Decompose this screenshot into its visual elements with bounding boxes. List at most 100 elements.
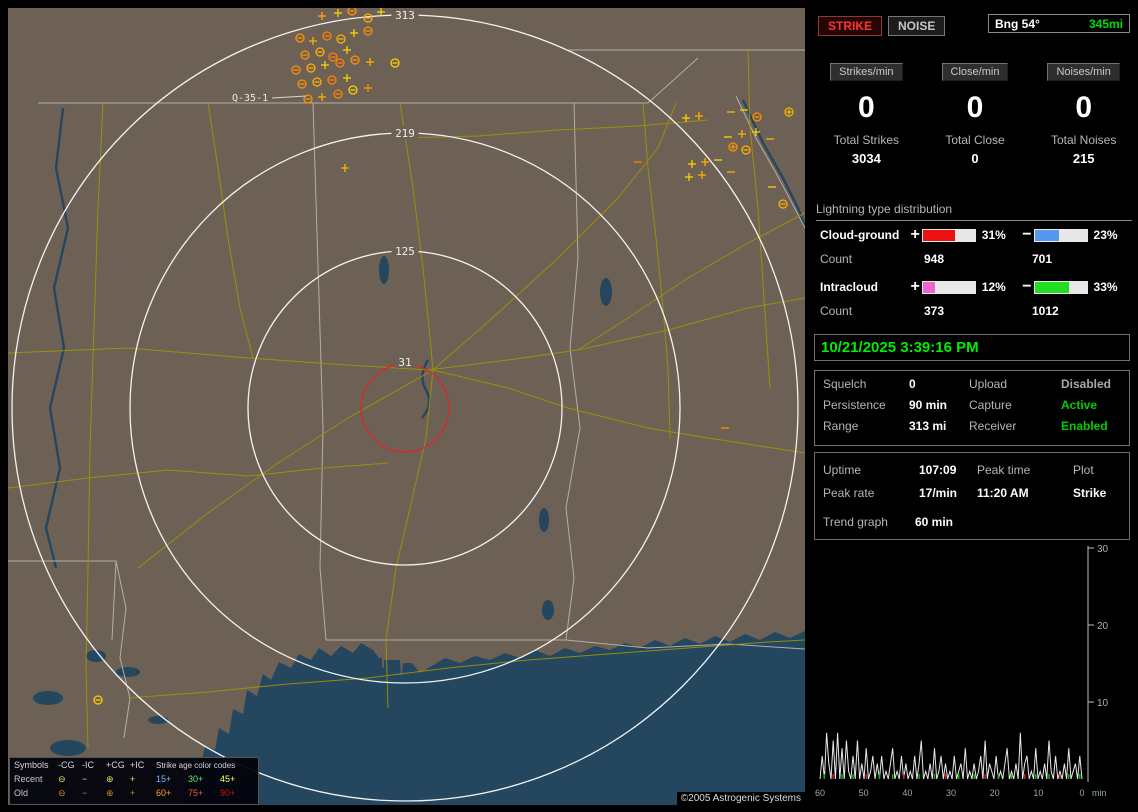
intracloud-label: Intracloud bbox=[820, 280, 879, 294]
range-row: Range 313 mi Receiver Enabled bbox=[815, 419, 1129, 439]
legend-age-header: Strike age color codes bbox=[156, 761, 236, 770]
legend-age-code: 60+ bbox=[156, 788, 172, 798]
noises-per-min-button[interactable]: Noises/min bbox=[1047, 63, 1120, 81]
peak-time-value: 11:20 AM bbox=[977, 486, 1029, 500]
legend-symbol-icon: − bbox=[82, 774, 88, 784]
alarm-ring bbox=[360, 363, 450, 453]
squelch-value: 0 bbox=[909, 377, 916, 391]
strike-ncg bbox=[778, 199, 788, 209]
legend-age-code: 45+ bbox=[220, 774, 236, 784]
strike-pic bbox=[341, 164, 349, 172]
rivers bbox=[44, 99, 805, 569]
strike-pic bbox=[698, 171, 706, 179]
strike-ncg bbox=[347, 8, 357, 16]
minus-sign: − bbox=[1022, 226, 1032, 243]
strike-ncg bbox=[348, 85, 358, 95]
cg-positive-pct: 31% bbox=[981, 228, 1006, 242]
datetime-display: 10/21/2025 3:39:16 PM bbox=[814, 334, 1130, 361]
trend-x-tick-label: 10 bbox=[1033, 788, 1043, 798]
strike-ncg bbox=[350, 55, 360, 65]
close-counter-column: Close/min 0 Total Close 0 bbox=[923, 62, 1028, 166]
trend-y-tick-label: 30 bbox=[1097, 544, 1109, 555]
bearing-display: Bng 54° 345mi bbox=[988, 14, 1130, 33]
peak-time-label: Peak time bbox=[977, 463, 1031, 477]
uptime-value: 107:09 bbox=[919, 463, 957, 477]
strike-pic bbox=[350, 29, 358, 37]
strike-pic bbox=[343, 46, 351, 54]
close-per-min-button[interactable]: Close/min bbox=[941, 63, 1009, 81]
strike-ncg bbox=[328, 52, 338, 62]
strike-pic bbox=[366, 58, 374, 66]
cloud-ground-label: Cloud-ground bbox=[820, 228, 900, 242]
strike-pic bbox=[738, 130, 746, 138]
strike-ncg bbox=[300, 50, 310, 60]
strike-pic bbox=[309, 37, 317, 45]
legend-pcg-header: +CG bbox=[106, 760, 125, 770]
persistence-label: Persistence bbox=[823, 398, 886, 412]
strikes-per-min-button[interactable]: Strikes/min bbox=[830, 63, 903, 81]
strike-pic bbox=[701, 158, 709, 166]
strike-pic bbox=[334, 9, 342, 17]
persistence-value: 90 min bbox=[909, 398, 948, 412]
strike-ncg bbox=[322, 31, 332, 41]
sensor-leader-line bbox=[271, 95, 307, 99]
legend-pic-header: +IC bbox=[130, 760, 145, 770]
total-close-value: 0 bbox=[971, 151, 979, 166]
close-per-min-value: 0 bbox=[966, 91, 984, 124]
plot-mode-value: Strike bbox=[1073, 486, 1107, 500]
legend-nic-header: -IC bbox=[82, 760, 94, 770]
plus-sign: + bbox=[910, 226, 920, 243]
strike-ncg bbox=[291, 65, 301, 75]
cg-count-label: Count bbox=[820, 252, 853, 266]
legend-age-code: 90+ bbox=[220, 788, 236, 798]
uptime-label: Uptime bbox=[823, 463, 862, 477]
trend-x-tick-label: 0 bbox=[1079, 788, 1084, 798]
strike-pic bbox=[321, 61, 329, 69]
strike-pic bbox=[377, 8, 385, 16]
receiver-status: Enabled bbox=[1061, 419, 1108, 433]
strike-mode-button[interactable]: STRIKE bbox=[818, 16, 883, 36]
strike-ncg bbox=[336, 34, 346, 44]
strike-pic bbox=[695, 112, 703, 120]
status-box: Squelch 0 Upload Disabled Persistence 90… bbox=[814, 370, 1130, 446]
cg-positive-count: 948 bbox=[924, 252, 945, 266]
receiver-label: Receiver bbox=[969, 419, 1017, 433]
water-bodies bbox=[33, 256, 805, 805]
strike-ncg bbox=[741, 145, 751, 155]
strike-ncg bbox=[93, 695, 103, 705]
noises-per-min-value: 0 bbox=[1075, 91, 1093, 124]
peak-rate-row: Peak rate 17/min 11:20 AM Strike bbox=[815, 486, 1129, 506]
legend-symbol-icon: ⊖ bbox=[58, 774, 66, 784]
trend-y-tick-label: 20 bbox=[1097, 621, 1109, 632]
squelch-label: Squelch bbox=[823, 377, 867, 391]
noise-mode-button[interactable]: NOISE bbox=[888, 16, 946, 36]
strike-ncg bbox=[335, 58, 345, 68]
strike-pic bbox=[343, 74, 351, 82]
range-ring bbox=[129, 132, 681, 684]
legend-symbol-icon: + bbox=[130, 788, 136, 798]
cg-negative-pct: 23% bbox=[1093, 228, 1118, 242]
trend-x-tick-label: 50 bbox=[859, 788, 869, 798]
legend-symbols-header: Symbols bbox=[14, 760, 49, 770]
minus-sign: − bbox=[1022, 278, 1032, 295]
strike-symbols bbox=[93, 8, 794, 705]
ic-count-label: Count bbox=[820, 304, 853, 318]
trend-x-tick-label: 40 bbox=[902, 788, 912, 798]
trend-x-tick-label: 20 bbox=[990, 788, 1000, 798]
trend-line bbox=[819, 732, 1083, 780]
stats-box: Uptime 107:09 Peak time Plot Peak rate 1… bbox=[814, 452, 1130, 540]
strike-ncg bbox=[327, 75, 337, 85]
legend-symbol-icon: ⊖ bbox=[58, 788, 66, 798]
bearing-label: Bng 54° bbox=[995, 16, 1040, 31]
range-label: Range bbox=[823, 419, 859, 433]
peak-rate-label: Peak rate bbox=[823, 486, 875, 500]
map-legend: Symbols -CG -IC +CG +IC Strike age color… bbox=[9, 757, 259, 805]
lightning-map[interactable]: 313 219 125 31 Q-35-1 Symbols -CG -IC +CG +I… bbox=[8, 8, 805, 805]
nexstorm-app: { "map": { "bg": "#6d6156", "ring_color"… bbox=[0, 0, 1138, 812]
plus-sign: + bbox=[910, 278, 920, 295]
strike-ncg bbox=[295, 33, 305, 43]
trend-graph-label: Trend graph bbox=[823, 515, 888, 529]
strike-ncg bbox=[333, 89, 343, 99]
cg-positive-gauge bbox=[921, 228, 976, 242]
copyright-text: ©2005 Astrogenic Systems bbox=[676, 792, 805, 805]
